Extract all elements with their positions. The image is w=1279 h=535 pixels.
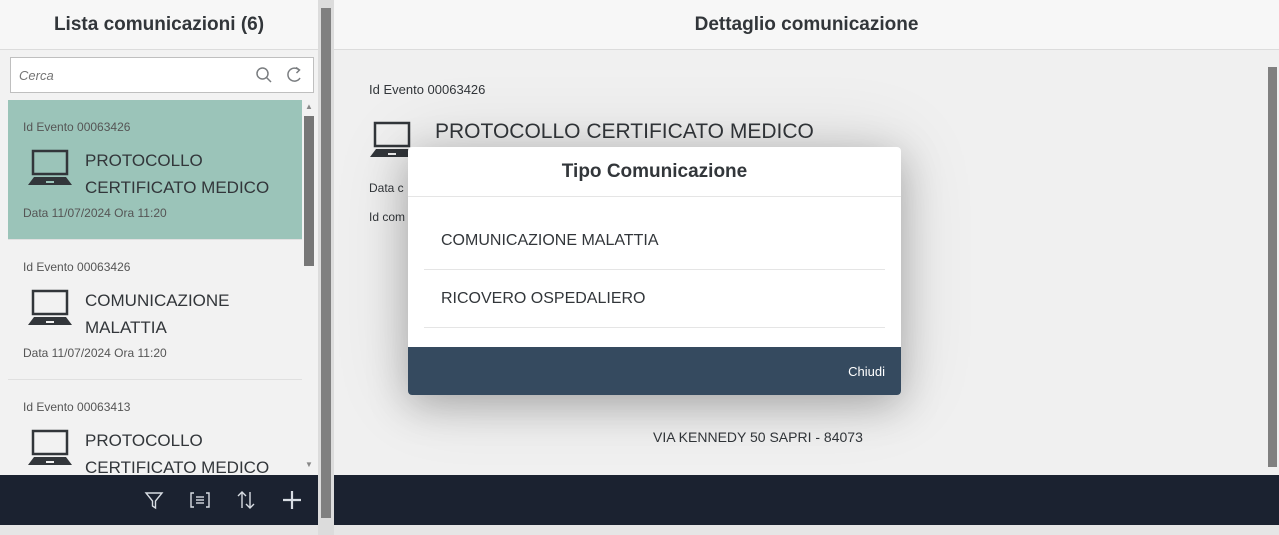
list-item-title: COMUNICAZIONE MALATTIA — [85, 291, 230, 337]
splitter-handle[interactable] — [321, 8, 331, 518]
scroll-up-arrow-icon[interactable]: ▲ — [305, 102, 313, 111]
master-title: Lista comunicazioni (6) — [53, 13, 265, 35]
refresh-icon[interactable] — [283, 64, 305, 86]
tipo-comunicazione-dialog: Tipo Comunicazione COMUNICAZIONE MALATTI… — [408, 147, 901, 395]
detail-date: Data c — [369, 181, 404, 195]
list-item-date: Data 11/07/2024 Ora 11:20 — [23, 206, 167, 220]
list-scrollbar[interactable]: ▲ ▼ — [302, 100, 318, 475]
detail-header: Dettaglio comunicazione — [334, 0, 1279, 50]
search-input[interactable] — [19, 67, 245, 83]
list-item-event-id: Id Evento 00063426 — [23, 120, 131, 134]
dialog-option-list: COMUNICAZIONE MALATTIA RICOVERO OSPEDALI… — [424, 212, 885, 328]
list-item-title: PROTOCOLLO CERTIFICATO MEDICO — [85, 151, 270, 197]
close-button[interactable]: Chiudi — [848, 364, 885, 379]
laptop-icon — [28, 428, 72, 473]
sort-icon[interactable] — [232, 486, 260, 514]
detail-scrollbar-thumb[interactable] — [1268, 67, 1277, 467]
detail-footer-toolbar — [334, 475, 1279, 525]
detail-scrollbar[interactable] — [1266, 55, 1279, 470]
app-window: Lista comunicazioni (6) Id Evento 000634… — [0, 0, 1279, 535]
scroll-down-arrow-icon[interactable]: ▼ — [305, 460, 313, 469]
dialog-header: Tipo Comunicazione — [408, 147, 901, 197]
list-item[interactable]: Id Evento 00063413 PROTOCOLLO CERTIFICAT… — [8, 380, 302, 475]
laptop-icon — [28, 288, 72, 333]
master-footer-toolbar — [0, 475, 318, 525]
master-pane: Lista comunicazioni (6) Id Evento 000634… — [0, 0, 320, 535]
search-field[interactable] — [10, 57, 314, 93]
filter-icon[interactable] — [140, 486, 168, 514]
search-icon[interactable] — [253, 64, 275, 86]
list-item-event-id: Id Evento 00063413 — [23, 400, 131, 414]
dialog-footer: Chiudi — [408, 347, 901, 395]
detail-horizontal-scrollbar[interactable] — [334, 525, 1279, 535]
laptop-icon — [28, 148, 72, 193]
list-scrollbar-thumb[interactable] — [304, 116, 314, 266]
detail-id: Id com — [369, 210, 406, 224]
list-item[interactable]: Id Evento 00063426 COMUNICAZIONE MALATTI… — [8, 240, 302, 380]
list-item-title: PROTOCOLLO CERTIFICATO MEDICO — [85, 431, 270, 475]
list-item-event-id: Id Evento 00063426 — [23, 260, 131, 274]
communication-list: Id Evento 00063426 PROTOCOLLO CERTIFICAT… — [8, 100, 302, 475]
list-item[interactable]: Id Evento 00063426 PROTOCOLLO CERTIFICAT… — [8, 100, 302, 240]
detail-heading: PROTOCOLLO CERTIFICATO MEDICO — [435, 120, 814, 143]
group-icon[interactable] — [186, 486, 214, 514]
master-horizontal-scrollbar[interactable] — [0, 525, 318, 535]
detail-address: VIA KENNEDY 50 SAPRI - 84073 — [653, 429, 863, 445]
detail-title: Dettaglio comunicazione — [694, 13, 919, 35]
master-header: Lista comunicazioni (6) — [0, 0, 318, 50]
dialog-title: Tipo Comunicazione — [561, 160, 748, 182]
dialog-option[interactable]: RICOVERO OSPEDALIERO — [424, 270, 885, 328]
dialog-option[interactable]: COMUNICAZIONE MALATTIA — [424, 212, 885, 270]
detail-event-id: Id Evento 00063426 — [369, 82, 486, 97]
pane-splitter[interactable] — [318, 0, 334, 535]
list-item-date: Data 11/07/2024 Ora 11:20 — [23, 346, 167, 360]
add-icon[interactable] — [278, 486, 306, 514]
